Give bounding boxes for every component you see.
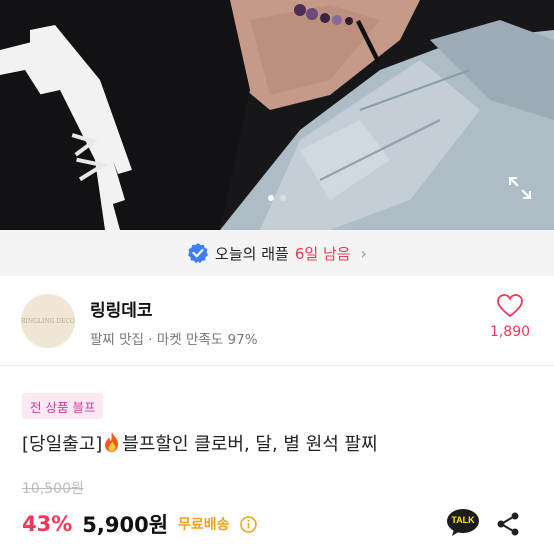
discount-rate: 43% [22, 512, 73, 536]
original-price: 10,500원 [22, 481, 84, 497]
like-button[interactable]: 1,890 [486, 294, 534, 340]
share-icon [497, 512, 519, 536]
title-prefix: [당일출고] [22, 434, 103, 455]
shipping-label: 무료배송 [178, 517, 230, 533]
kakao-talk-button[interactable]: TALK [446, 508, 480, 538]
product-title: [당일출고] 블프할인 클로버, 달, 별 원석 팔찌 [22, 430, 378, 456]
slide-dot[interactable] [268, 195, 274, 201]
heart-icon [497, 294, 523, 318]
sale-price: 5,900원 [82, 513, 169, 537]
title-text: 블프할인 클로버, 달, 별 원석 팔찌 [122, 434, 378, 455]
raffle-time-left: 6일 남음 [294, 244, 351, 263]
seller-logo-text: RINGLING DECO [21, 317, 75, 325]
verified-badge-icon [188, 243, 209, 264]
seller-name[interactable]: 링링데코 [90, 296, 153, 321]
like-count: 1,890 [489, 324, 531, 340]
seller-subtitle: 팔찌 맛집 · 마켓 만족도 97% [90, 332, 258, 348]
seller-section[interactable]: RINGLING DECO 링링데코 팔찌 맛집 · 마켓 만족도 97% 1,… [0, 276, 554, 366]
chevron-right-icon: › [360, 243, 367, 263]
promo-badge[interactable]: 전 상품 블프 [22, 393, 104, 419]
raffle-label: 오늘의 래플 [215, 244, 289, 263]
talk-label: TALK [451, 515, 475, 525]
fire-icon [105, 432, 119, 452]
slide-dot[interactable] [280, 195, 286, 201]
share-button[interactable] [495, 511, 521, 537]
raffle-banner[interactable]: 오늘의 래플 6일 남음 › [0, 230, 554, 276]
product-photo[interactable] [0, 0, 554, 230]
slide-indicator [0, 195, 554, 201]
info-icon[interactable] [239, 515, 257, 533]
seller-avatar[interactable]: RINGLING DECO [21, 294, 75, 348]
price-row: 43% 5,900원 무료배송 [22, 508, 257, 540]
